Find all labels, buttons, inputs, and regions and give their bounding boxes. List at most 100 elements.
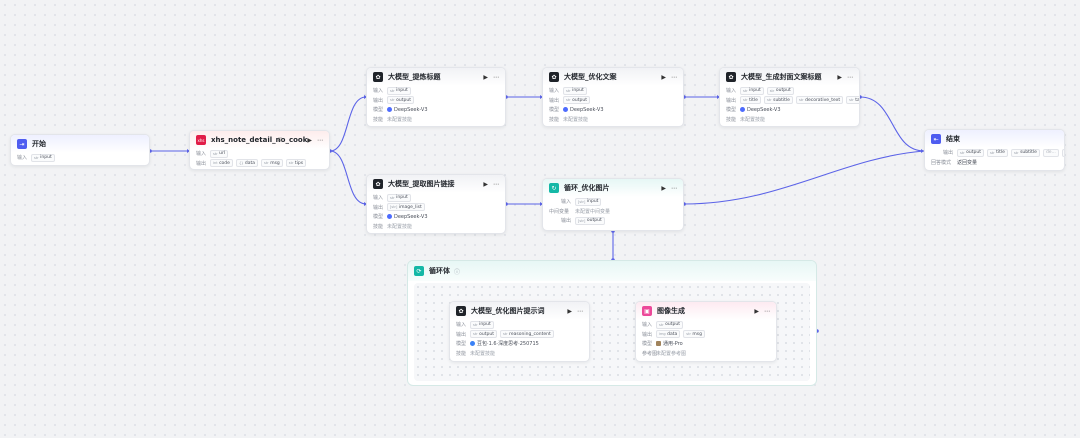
node-title: 大模型_提炼标题 (388, 73, 441, 81)
llm-icon: ✿ (373, 72, 383, 82)
node-llm-extract-title[interactable]: ✿ 大模型_提炼标题 ▶ ⋯ 输入 str input 输出 str output 模型 D… (366, 67, 506, 127)
more-button[interactable]: ⋯ (317, 137, 323, 144)
output-tag: str output (387, 96, 414, 105)
node-llm-optimize-copy[interactable]: ✿ 大模型_优化文案 ▶ ⋯ 输入 str input 输出 str output 模型 D… (542, 67, 684, 127)
doubao-icon (470, 341, 475, 347)
output-tag: str subtitle (1010, 148, 1040, 157)
loop-icon: ↻ (549, 183, 559, 193)
node-llm-cover-title[interactable]: ✿ 大模型_生成封面文案标题 ▶ ⋯ 输入 str input str output … (719, 67, 860, 127)
node-loop-optimize-images[interactable]: ↻ 循环_优化图片 ▶ ⋯ 输入 [str] input 中间变量 未配置中间变量 输出… (542, 178, 684, 231)
node-header: ▣ 图像生成 ▶ ⋯ (636, 302, 776, 320)
node-header: ✿ 大模型_优化图片提示词 ▶ ⋯ (450, 302, 589, 320)
node-end[interactable]: ⇤ 结束 输出 str output str title str subtitle d… (924, 129, 1065, 171)
edge-xhs-title (329, 96, 367, 152)
input-tag: str input (387, 86, 411, 95)
input-tag: str input (470, 320, 494, 329)
end-icon: ⇤ (931, 134, 941, 144)
output-tag: str title (740, 96, 761, 105)
output-tag: [str] image_list (387, 203, 425, 212)
node-header: ✿ 大模型_提炼标题 ▶ ⋯ (367, 68, 505, 86)
doc-icon[interactable]: ▤ (278, 137, 283, 143)
node-title: 图像生成 (657, 307, 685, 315)
output-tag: str output (470, 330, 497, 339)
image-gen-icon: ▣ (642, 306, 652, 316)
more-button[interactable]: ⋯ (671, 74, 677, 81)
node-title: 大模型_生成封面文案标题 (741, 73, 822, 81)
input-tag: str input (31, 153, 55, 162)
input-tag: [str] input (575, 197, 602, 206)
input-tag: str output (656, 320, 683, 329)
more-button[interactable]: ⋯ (847, 74, 853, 81)
output-tag: img data (656, 330, 681, 339)
output-tag: int code (210, 159, 233, 168)
run-button[interactable]: ▶ (661, 74, 666, 81)
run-button[interactable]: ▶ (754, 308, 759, 315)
model-thumbnail-icon (656, 341, 661, 347)
output-row: 输出 int code {} data str msg str tips (190, 159, 329, 169)
output-tag: str output (563, 96, 590, 105)
node-title: 大模型_优化图片提示词 (471, 307, 545, 315)
more-button[interactable]: ⋯ (671, 185, 677, 192)
output-tag: [str] output (575, 216, 605, 225)
node-image-generation[interactable]: ▣ 图像生成 ▶ ⋯ 输入 str output 输出 img data str msg … (635, 301, 777, 362)
edge-xhs-link (329, 150, 367, 205)
more-outputs-badge[interactable]: ... (1061, 148, 1064, 157)
node-header: ⇤ 结束 (925, 130, 1064, 148)
deepseek-icon (387, 214, 392, 220)
node-header: ✿ 大模型_提取图片链接 ▶ ⋯ (367, 175, 505, 193)
output-tag: strtags (846, 96, 859, 105)
output-tag: str tips (285, 159, 307, 168)
deepseek-icon (563, 107, 568, 113)
llm-icon: ✿ (456, 306, 466, 316)
llm-icon: ✿ (373, 179, 383, 189)
edge-cover-end (859, 96, 925, 152)
llm-icon: ✿ (726, 72, 736, 82)
node-header: ✿ 大模型_生成封面文案标题 ▶ ⋯ (720, 68, 859, 86)
output-tag: str msg (261, 159, 283, 168)
input-label: 输入 (17, 155, 28, 162)
llm-icon: ✿ (549, 72, 559, 82)
edge-loop-end (683, 150, 925, 205)
input-tag: str input (563, 86, 587, 95)
node-title: 结束 (946, 135, 960, 143)
run-button[interactable]: ▶ (837, 74, 842, 81)
output-tag: {} data (235, 159, 259, 168)
input-row: 输入 str url (190, 149, 329, 159)
node-title: 开始 (32, 140, 46, 148)
output-tag: str subtitle (763, 96, 793, 105)
node-xhs-note-detail[interactable]: xhs xhs_note_detail_no_cookie ▤ ▶ ⋯ 输入 s… (189, 130, 330, 170)
input-tag: str url (210, 149, 229, 158)
deepseek-icon (740, 107, 745, 113)
output-tag: str title (986, 148, 1008, 157)
xhs-plugin-icon: xhs (196, 135, 206, 145)
run-button[interactable]: ▶ (567, 308, 572, 315)
node-header: xhs xhs_note_detail_no_cookie ▤ ▶ ⋯ (190, 131, 329, 149)
input-row: 输入 str input (11, 153, 149, 163)
input-tag: str output (766, 86, 794, 95)
output-tag: str output (957, 148, 984, 157)
node-start[interactable]: ⇥ 开始 输入 str input (10, 134, 150, 166)
node-llm-image-prompt[interactable]: ✿ 大模型_优化图片提示词 ▶ ⋯ 输入 str input 输出 str output… (449, 301, 590, 362)
node-title: 大模型_优化文案 (564, 73, 617, 81)
loop-body-icon: ⟳ (414, 266, 424, 276)
node-title: xhs_note_detail_no_cookie (211, 136, 308, 144)
run-button[interactable]: ▶ (483, 74, 488, 81)
run-button[interactable]: ▶ (483, 181, 488, 188)
output-tag: str reasoning_content (499, 330, 554, 339)
input-tag: str input (740, 86, 764, 95)
node-header: ✿ 大模型_优化文案 ▶ ⋯ (543, 68, 683, 86)
node-header: ↻ 循环_优化图片 ▶ ⋯ (543, 179, 683, 197)
node-llm-extract-image-links[interactable]: ✿ 大模型_提取图片链接 ▶ ⋯ 输入 str input 输出 [str] image_… (366, 174, 506, 234)
input-tag: str input (387, 193, 411, 202)
more-button[interactable]: ⋯ (493, 181, 499, 188)
node-header: ⇥ 开始 (11, 135, 149, 153)
more-button[interactable]: ⋯ (577, 308, 583, 315)
node-title: 大模型_提取图片链接 (388, 180, 455, 188)
run-button[interactable]: ▶ (307, 137, 312, 144)
node-title: 循环_优化图片 (564, 184, 610, 192)
info-icon[interactable]: ⓘ (454, 267, 460, 276)
more-button[interactable]: ⋯ (764, 308, 770, 315)
more-button[interactable]: ⋯ (493, 74, 499, 81)
deepseek-icon (387, 107, 392, 113)
run-button[interactable]: ▶ (661, 185, 666, 192)
